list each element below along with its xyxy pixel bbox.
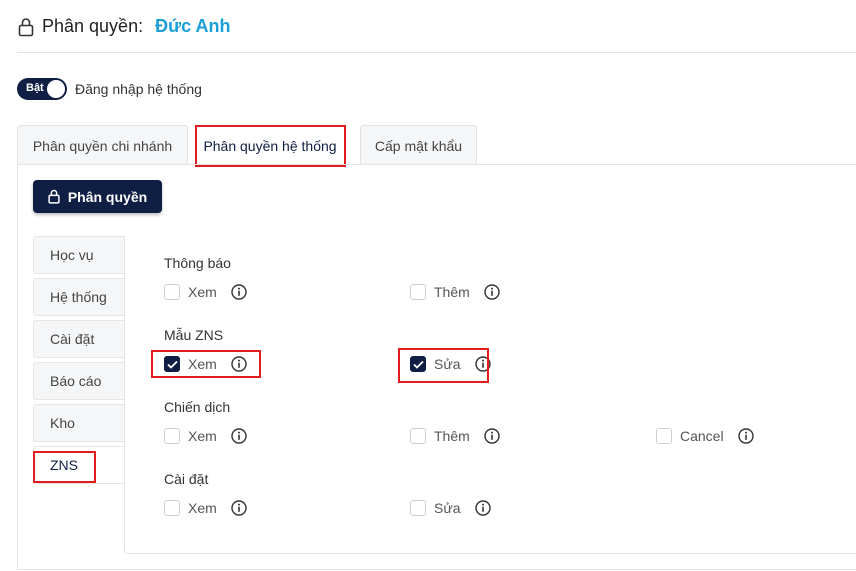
section-title: Cài đặt	[164, 471, 209, 487]
info-icon[interactable]	[231, 428, 247, 444]
tab-branch-permission[interactable]: Phân quyền chi nhánh	[17, 125, 188, 165]
section-title: Mẫu ZNS	[164, 327, 224, 343]
checkbox-mau-zns-sua[interactable]: Sửa	[410, 356, 491, 372]
checkbox-chien-dich-cancel[interactable]: Cancel	[656, 428, 754, 444]
login-toggle[interactable]: Bật	[17, 78, 67, 100]
checkbox-thong-bao-xem[interactable]: Xem	[164, 284, 247, 300]
checkbox-cai-dat-xem[interactable]: Xem	[164, 500, 247, 516]
login-toggle-row: Bật Đăng nhập hệ thống	[17, 78, 202, 100]
check-icon	[166, 360, 178, 369]
page-title-prefix: Phân quyền:	[42, 16, 144, 36]
toggle-label: Đăng nhập hệ thống	[75, 81, 202, 97]
info-icon[interactable]	[474, 356, 491, 372]
side-tab-cai-dat[interactable]: Cài đặt	[33, 320, 125, 358]
checkbox-chien-dich-xem[interactable]: Xem	[164, 428, 247, 444]
side-tab-he-thong[interactable]: Hệ thống	[33, 278, 125, 316]
side-tab-bao-cao[interactable]: Báo cáo	[33, 362, 125, 400]
toggle-knob	[47, 80, 65, 98]
side-tab-kho[interactable]: Kho	[33, 404, 125, 442]
checkbox[interactable]	[410, 284, 426, 300]
checkbox-checked[interactable]	[164, 356, 180, 372]
tab-system-permission[interactable]: Phân quyền hệ thống	[195, 125, 345, 165]
tab-password[interactable]: Cấp mật khẩu	[360, 125, 477, 165]
side-tab-zns[interactable]: ZNS	[33, 446, 125, 484]
info-icon[interactable]	[484, 284, 500, 300]
checkbox-mau-zns-xem[interactable]: Xem	[164, 356, 247, 372]
info-icon[interactable]	[231, 356, 247, 372]
info-icon[interactable]	[231, 500, 247, 516]
info-icon[interactable]	[474, 500, 491, 516]
page-header: Phân quyền: Đức Anh	[18, 16, 230, 37]
checkbox-thong-bao-them[interactable]: Thêm	[410, 284, 500, 300]
user-name: Đức Anh	[155, 16, 231, 36]
checkbox[interactable]	[164, 284, 180, 300]
lock-icon	[48, 189, 60, 204]
permission-button[interactable]: Phân quyền	[33, 180, 162, 213]
side-tab-hoc-vu[interactable]: Học vụ	[33, 236, 125, 274]
checkbox[interactable]	[164, 428, 180, 444]
header-divider	[17, 52, 856, 53]
checkbox[interactable]	[656, 428, 672, 444]
info-icon[interactable]	[231, 284, 247, 300]
section-title: Thông báo	[164, 255, 231, 271]
permission-button-label: Phân quyền	[67, 188, 148, 205]
checkbox[interactable]	[410, 500, 426, 516]
checkbox[interactable]	[410, 428, 426, 444]
toggle-state-label: Bật	[26, 82, 44, 94]
info-icon[interactable]	[737, 428, 754, 444]
section-title: Chiến dịch	[164, 399, 231, 415]
checkbox-chien-dich-them[interactable]: Thêm	[410, 428, 500, 444]
lock-icon	[18, 17, 34, 36]
info-icon[interactable]	[484, 428, 500, 444]
check-icon	[412, 360, 424, 369]
checkbox-cai-dat-sua[interactable]: Sửa	[410, 500, 491, 516]
checkbox[interactable]	[164, 500, 180, 516]
checkbox-checked[interactable]	[410, 356, 426, 372]
